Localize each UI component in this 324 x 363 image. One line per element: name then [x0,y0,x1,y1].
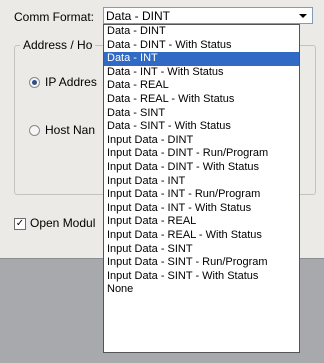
dropdown-option[interactable]: Data - INT [104,52,299,66]
dropdown-option[interactable]: Data - SINT - With Status [104,120,299,134]
dropdown-option[interactable]: Input Data - DINT - Run/Program [104,147,299,161]
host-name-label[interactable]: Host Nan [45,123,95,137]
dropdown-option[interactable]: Data - INT - With Status [104,66,299,80]
comm-format-value: Data - DINT [106,9,171,23]
chevron-down-icon[interactable] [299,14,307,18]
comm-format-dropdown-list[interactable]: Data - DINT Data - DINT - With Status Data… [103,24,300,353]
dropdown-option[interactable]: Input Data - REAL - With Status [104,229,299,243]
dropdown-option[interactable]: Input Data - SINT - Run/Program [104,256,299,270]
dropdown-option[interactable]: Input Data - INT - With Status [104,202,299,216]
comm-format-combobox[interactable]: Data - DINT [103,7,313,24]
dropdown-option[interactable]: None [104,283,299,297]
dropdown-option[interactable]: Input Data - REAL [104,215,299,229]
dropdown-option[interactable]: Input Data - INT - Run/Program [104,188,299,202]
comm-format-label: Comm Format: [14,10,95,24]
dropdown-option[interactable]: Data - DINT - With Status [104,39,299,53]
host-name-radio[interactable] [29,125,40,136]
ip-address-label[interactable]: IP Addres [45,75,97,89]
dropdown-option[interactable]: Data - DINT [104,25,299,39]
dropdown-option[interactable]: Input Data - DINT [104,134,299,148]
open-module-label[interactable]: Open Modul [30,216,95,230]
dropdown-option[interactable]: Input Data - SINT - With Status [104,270,299,284]
ip-address-radio[interactable] [29,77,40,88]
dropdown-option[interactable]: Data - REAL [104,79,299,93]
dropdown-option[interactable]: Input Data - DINT - With Status [104,161,299,175]
dropdown-option[interactable]: Input Data - INT [104,175,299,189]
dropdown-option[interactable]: Data - REAL - With Status [104,93,299,107]
address-group-title: Address / Ho [20,38,96,52]
open-module-checkbox[interactable]: ✓ [14,218,26,230]
dropdown-option[interactable]: Data - SINT [104,107,299,121]
dropdown-option[interactable]: Input Data - SINT [104,243,299,257]
